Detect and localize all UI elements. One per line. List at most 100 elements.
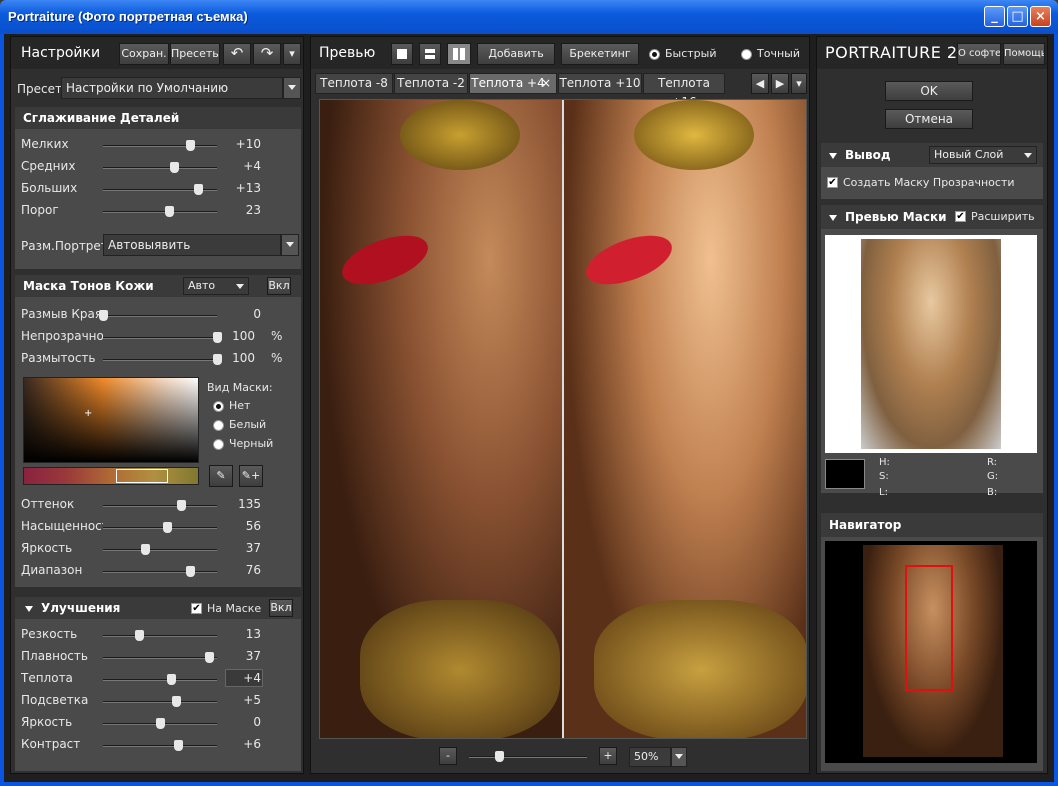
zoom-dropdown[interactable]	[671, 747, 687, 767]
slider-knob[interactable]	[167, 674, 177, 685]
g-label: G:	[987, 471, 999, 482]
create-mask-checkbox[interactable]: ✔	[827, 177, 838, 188]
maximize-button[interactable]: □	[1007, 6, 1028, 27]
slider-knob[interactable]	[205, 652, 215, 663]
title-bar[interactable]: Portraiture (Фото портретная съемка) _ □…	[0, 0, 1058, 34]
slider-track[interactable]	[103, 718, 217, 729]
variant-tab[interactable]: Теплота -2	[394, 73, 468, 94]
cancel-button[interactable]: Отмена	[885, 109, 973, 129]
slider-track[interactable]	[103, 674, 217, 685]
mask-view-radio[interactable]	[213, 401, 224, 412]
variant-tab[interactable]: Теплота +10	[558, 73, 642, 94]
mask-preview-image	[861, 239, 1001, 449]
slider-track[interactable]	[103, 522, 217, 533]
split-horizontal-button[interactable]	[419, 43, 441, 65]
mask-view-radio[interactable]	[213, 439, 224, 450]
minimize-button[interactable]: _	[984, 6, 1005, 27]
collapse-triangle-icon[interactable]	[25, 606, 33, 612]
add-button[interactable]: Добавить	[477, 43, 555, 65]
slider-knob[interactable]	[176, 500, 186, 511]
zoom-out-button[interactable]: -	[439, 747, 457, 765]
tab-label: Теплота +10	[559, 76, 641, 90]
skin-mask-on-button[interactable]: Вкл	[267, 277, 291, 295]
hue-range-handle[interactable]	[116, 469, 168, 483]
slider-value: 37	[245, 649, 261, 663]
preset-dropdown-button[interactable]	[283, 77, 301, 99]
slider-track[interactable]	[103, 544, 217, 555]
preview-canvas[interactable]	[319, 99, 807, 739]
navigator-viewport[interactable]	[905, 565, 953, 691]
zoom-slider-knob[interactable]	[494, 751, 504, 762]
precise-radio[interactable]	[741, 49, 752, 60]
presets-button[interactable]: Пресеты	[170, 43, 220, 65]
expand-checkbox[interactable]: ✔	[955, 211, 966, 222]
portrait-size-label: Разм.Портрет	[21, 239, 108, 253]
slider-track[interactable]	[103, 696, 217, 707]
slider-knob[interactable]	[99, 310, 108, 321]
tabs-next-button[interactable]: ▶	[771, 73, 789, 94]
slider-track[interactable]	[99, 310, 217, 321]
variant-tab[interactable]: Теплота +16	[643, 73, 725, 109]
preset-select[interactable]: Настройки по Умолчанию	[61, 77, 283, 99]
slider-knob[interactable]	[141, 544, 151, 555]
tabs-menu-button[interactable]: ▾	[791, 73, 807, 94]
variant-tab[interactable]: Теплота -8	[315, 73, 393, 94]
slider-knob[interactable]	[135, 630, 145, 641]
settings-menu-button[interactable]: ▾	[283, 43, 301, 65]
skin-mode-select[interactable]: Авто	[183, 277, 249, 295]
tab-close-icon[interactable]: ×	[541, 74, 551, 93]
slider-track[interactable]	[103, 354, 222, 365]
slider-knob[interactable]	[174, 740, 184, 751]
lips-shape	[579, 225, 679, 295]
slider-track[interactable]	[103, 500, 217, 511]
portrait-size-dropdown[interactable]	[281, 234, 299, 256]
slider-track[interactable]	[103, 630, 217, 641]
close-button[interactable]: ×	[1030, 6, 1051, 27]
slider-knob[interactable]	[193, 184, 203, 195]
slider-knob[interactable]	[165, 206, 175, 217]
help-button[interactable]: Помощь	[1003, 43, 1045, 65]
output-select[interactable]: Новый Слой	[929, 146, 1037, 164]
slider-track[interactable]	[103, 566, 217, 577]
undo-button[interactable]: ↶	[223, 43, 251, 65]
slider-knob[interactable]	[156, 718, 165, 729]
slider-track[interactable]	[103, 162, 217, 173]
slider-knob[interactable]	[171, 696, 181, 707]
zoom-in-button[interactable]: +	[599, 747, 617, 765]
slider-knob[interactable]	[185, 566, 195, 577]
save-button[interactable]: Сохран.	[119, 43, 169, 65]
skin-color-picker[interactable]: +	[23, 377, 199, 463]
single-view-button[interactable]	[391, 43, 413, 65]
zoom-slider[interactable]	[469, 751, 587, 762]
slider-knob[interactable]	[185, 140, 195, 151]
slider-knob[interactable]	[162, 522, 172, 533]
slider-value: 100	[232, 329, 255, 343]
slider-knob[interactable]	[169, 162, 179, 173]
zoom-value[interactable]: 50%	[629, 747, 671, 767]
split-divider[interactable]	[562, 100, 564, 738]
on-mask-checkbox[interactable]: ✔	[191, 603, 202, 614]
slider-track[interactable]	[103, 332, 222, 343]
portrait-size-select[interactable]: Автовыявить	[103, 234, 281, 256]
slider-track[interactable]	[103, 184, 217, 195]
tabs-prev-button[interactable]: ◀	[751, 73, 769, 94]
split-vertical-button[interactable]	[447, 43, 471, 65]
eyedropper-add-button[interactable]: ✎+	[239, 465, 263, 487]
about-button[interactable]: О софте	[957, 43, 1001, 65]
collapse-triangle-icon[interactable]	[829, 153, 837, 159]
slider-track[interactable]	[103, 206, 217, 217]
enhancements-on-button[interactable]: Вкл	[269, 599, 293, 617]
output-section: Вывод Новый Слой ✔ Создать Маску Прозрач…	[821, 143, 1043, 199]
slider-track[interactable]	[103, 652, 217, 663]
bracketing-button[interactable]: Брекетинг	[561, 43, 639, 65]
variant-tab[interactable]: Теплота +4 ×	[469, 73, 557, 94]
mask-view-radio[interactable]	[213, 420, 224, 431]
collapse-triangle-icon[interactable]	[829, 215, 837, 221]
slider-track[interactable]	[103, 140, 217, 151]
fast-radio[interactable]	[649, 49, 660, 60]
redo-button[interactable]: ↷	[253, 43, 281, 65]
eyedropper-button[interactable]: ✎	[209, 465, 233, 487]
slider-track[interactable]	[103, 740, 217, 751]
hue-range-bar[interactable]	[23, 467, 199, 485]
ok-button[interactable]: OK	[885, 81, 973, 101]
